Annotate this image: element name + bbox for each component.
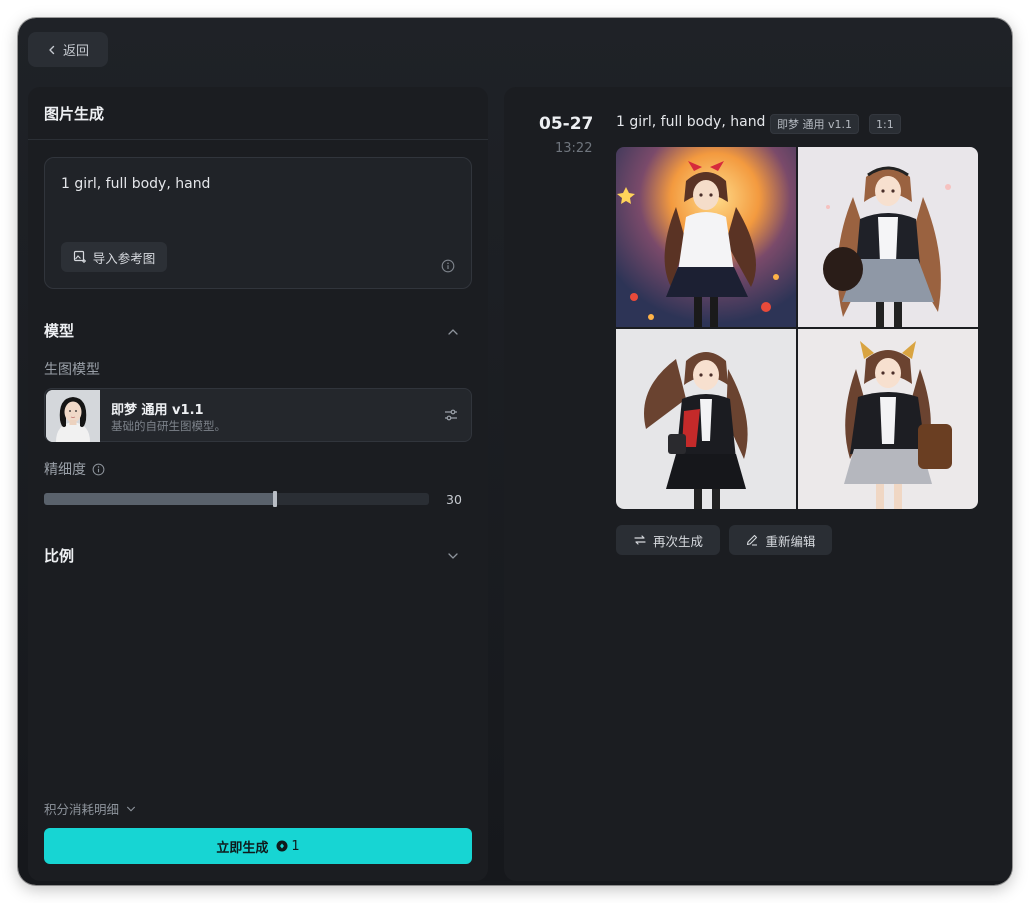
model-description: 基础的自研生图模型。 [111, 419, 226, 433]
generate-cost: 1 [276, 838, 300, 854]
detail-value: 30 [446, 492, 462, 507]
generate-button[interactable]: 立即生成 1 [44, 828, 472, 864]
info-icon[interactable] [441, 258, 455, 273]
model-tag: 即梦 通用 v1.1 [770, 114, 859, 134]
pencil-icon [745, 533, 759, 547]
coin-icon [276, 840, 288, 852]
result-time: 13:22 [555, 141, 593, 156]
result-prompt: 1 girl, full body, hand [616, 114, 766, 130]
detail-slider[interactable] [44, 491, 429, 507]
slider-thumb[interactable] [273, 491, 277, 507]
reedit-button[interactable]: 重新编辑 [729, 525, 832, 555]
generate-label: 立即生成 [216, 840, 269, 856]
import-reference-button[interactable]: 导入参考图 [61, 242, 167, 272]
model-name: 即梦 通用 v1.1 [111, 403, 204, 418]
points-detail-toggle[interactable]: 积分消耗明细 [44, 799, 137, 818]
chevron-down-icon [125, 803, 137, 815]
result-image-3[interactable] [616, 329, 796, 509]
back-button[interactable]: 返回 [28, 32, 108, 67]
result-image-4[interactable] [798, 329, 978, 509]
import-reference-label: 导入参考图 [92, 250, 156, 266]
regenerate-button[interactable]: 再次生成 [616, 525, 720, 555]
model-selector[interactable]: 即梦 通用 v1.1 基础的自研生图模型。 [44, 388, 472, 442]
reedit-label: 重新编辑 [765, 533, 816, 549]
model-section-title: 模型 [44, 322, 75, 340]
ratio-section-title: 比例 [44, 547, 75, 565]
generate-cost-value: 1 [291, 838, 300, 854]
regenerate-label: 再次生成 [652, 533, 703, 549]
ratio-tag: 1:1 [869, 114, 901, 134]
back-label: 返回 [62, 44, 89, 59]
chevron-left-icon [47, 45, 57, 55]
result-image-2[interactable] [798, 147, 978, 327]
sliders-icon[interactable] [443, 407, 459, 423]
points-detail-label: 积分消耗明细 [44, 802, 120, 817]
detail-label: 精细度 [44, 462, 86, 478]
image-import-icon [73, 250, 87, 264]
generation-model-label: 生图模型 [44, 362, 100, 378]
chevron-down-icon[interactable] [446, 548, 460, 562]
prompt-textarea[interactable]: 1 girl, full body, hand 导入参考图 [44, 157, 472, 289]
prompt-text: 1 girl, full body, hand [61, 176, 211, 192]
results-panel: 05-27 13:22 1 girl, full body, hand 即梦 通… [504, 87, 1012, 881]
chevron-up-icon[interactable] [446, 324, 460, 338]
panel-title: 图片生成 [28, 87, 488, 140]
slider-fill [44, 493, 275, 505]
result-image-grid [616, 147, 978, 509]
detail-label-row: 精细度 [44, 459, 105, 479]
result-image-1[interactable] [616, 147, 796, 327]
info-icon[interactable] [92, 463, 105, 476]
refresh-icon [633, 533, 647, 547]
result-date: 05-27 [539, 114, 594, 134]
generation-panel: 图片生成 1 girl, full body, hand 导入参考图 模型 生图… [28, 87, 488, 881]
model-thumbnail [46, 390, 100, 442]
app-window: 返回 图片生成 1 girl, full body, hand 导入参考图 模型… [18, 18, 1012, 885]
